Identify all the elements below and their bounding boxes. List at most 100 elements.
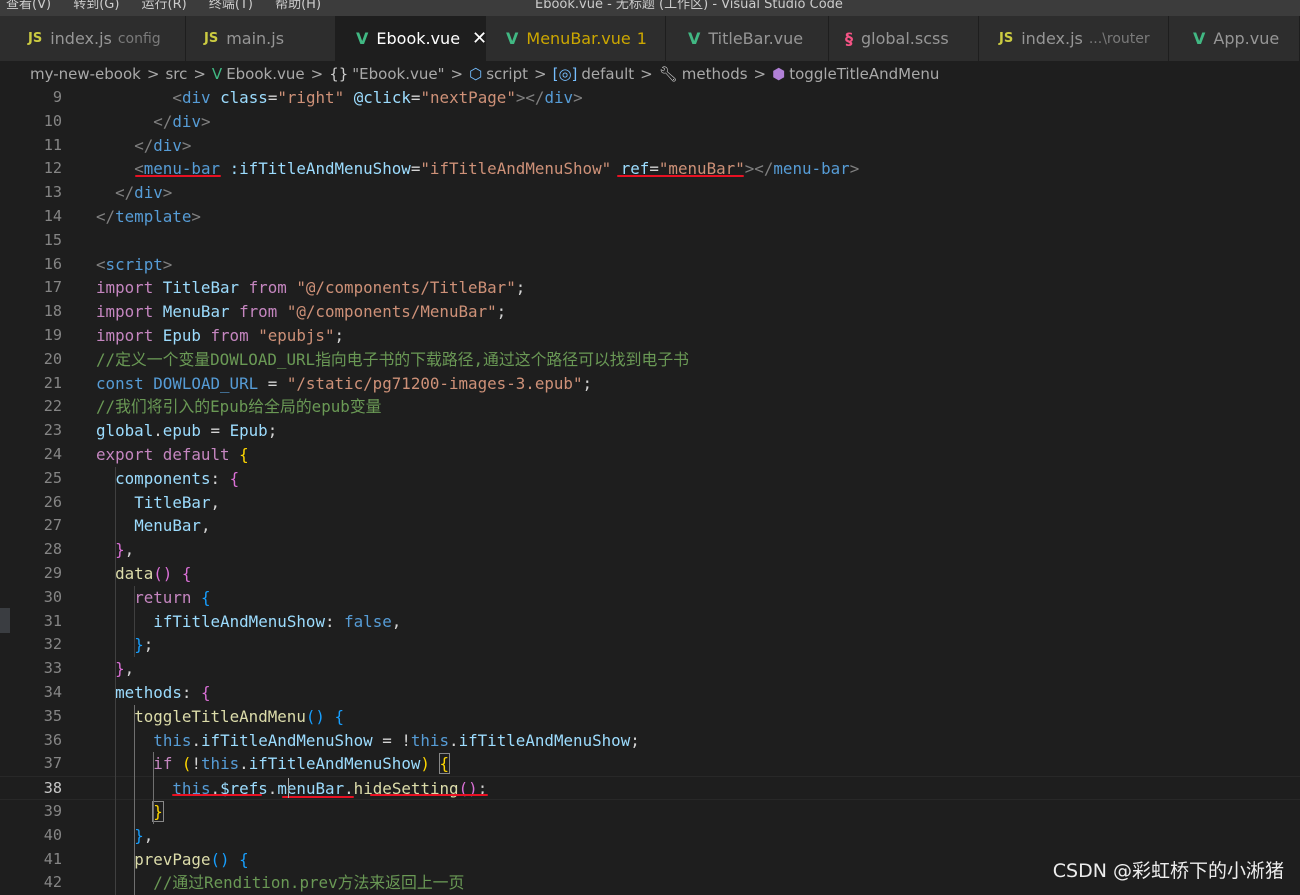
line-number: 35 [43, 706, 62, 725]
code-line[interactable]: 24 export default { [0, 443, 1300, 467]
code-line[interactable]: 28}, [0, 538, 1300, 562]
code-line[interactable]: 21 const DOWLOAD_URL = "/static/pg71200-i… [0, 372, 1300, 396]
code-line[interactable]: 36 this.ifTitleAndMenuShow = !this.ifTitl… [0, 729, 1300, 753]
code-text: <script> [96, 254, 173, 274]
code-text: TitleBar, [134, 492, 221, 512]
vue-file-icon: V [1193, 29, 1206, 48]
menu-help[interactable]: 帮助(H) [275, 0, 321, 12]
code-text: //我们将引入的Epub给全局的epub变量 [96, 397, 382, 417]
code-line[interactable]: 12 <menu-bar :ifTitleAndMenuShow="ifTitle… [0, 157, 1300, 181]
code-line[interactable]: 31 ifTitleAndMenuShow: false, [0, 610, 1300, 634]
line-number: 25 [43, 468, 62, 487]
line-number: 17 [43, 278, 62, 297]
code-line[interactable]: 20 //定义一个变量DOWLOAD_URL指向电子书的下载路径,通过这个路径可以… [0, 348, 1300, 372]
line-number: 27 [43, 516, 62, 535]
code-line[interactable]: 13 </div> [0, 181, 1300, 205]
vue-file-icon: V [211, 65, 223, 83]
breadcrumb-method[interactable]: toggleTitleAndMenu [789, 65, 939, 83]
code-text: import TitleBar from "@/components/Title… [96, 278, 526, 298]
code-text: //定义一个变量DOWLOAD_URL指向电子书的下载路径,通过这个路径可以找到… [96, 349, 690, 369]
line-number: 22 [43, 397, 62, 416]
code-text: }, [134, 825, 154, 845]
breadcrumb-default[interactable]: default [581, 65, 634, 83]
tab-menubar-vue[interactable]: V MenuBar.vue 1 [486, 16, 666, 61]
code-text: } [152, 801, 164, 822]
code-line[interactable]: 23 global.epub = Epub; [0, 419, 1300, 443]
symbol-structure-icon: ⬡ [469, 65, 483, 83]
code-line[interactable]: 38 this.$refs.menuBar.hideSetting(); [0, 776, 1300, 800]
code-line[interactable]: 17 import TitleBar from "@/components/Tit… [0, 276, 1300, 300]
line-number: 18 [43, 302, 62, 321]
code-line[interactable]: 14 </template> [0, 205, 1300, 229]
code-line[interactable]: 15 [0, 229, 1300, 253]
code-line[interactable]: 40}, [0, 824, 1300, 848]
tab-ebook-vue[interactable]: V Ebook.vue ✕ [336, 16, 486, 61]
code-line[interactable]: 19 import Epub from "epubjs"; [0, 324, 1300, 348]
code-line[interactable]: 35 toggleTitleAndMenu() { [0, 705, 1300, 729]
code-line[interactable]: 10 </div> [0, 110, 1300, 134]
tab-titlebar-vue[interactable]: V TitleBar.vue [666, 16, 829, 61]
breadcrumb-project[interactable]: my-new-ebook [30, 65, 141, 83]
code-text: }; [134, 635, 154, 655]
code-text: return { [134, 587, 211, 607]
code-text: <menu-bar :ifTitleAndMenuShow="ifTitleAn… [134, 159, 860, 179]
tab-label: MenuBar.vue [526, 29, 631, 48]
breadcrumb-script[interactable]: script [486, 65, 528, 83]
code-line[interactable]: 32}; [0, 633, 1300, 657]
menu-view[interactable]: 查看(V) [6, 0, 51, 12]
line-number: 38 [43, 779, 62, 798]
tab-global-scss[interactable]: § global.scss [829, 16, 979, 61]
breadcrumb-src[interactable]: src [165, 65, 187, 83]
line-number: 33 [43, 659, 62, 678]
line-number: 19 [43, 326, 62, 344]
code-line[interactable]: 22 //我们将引入的Epub给全局的epub变量 [0, 395, 1300, 419]
code-text: import MenuBar from "@/components/MenuBa… [96, 302, 507, 322]
braces-icon: {} [329, 65, 349, 83]
indent-guide [134, 704, 135, 895]
tab-label: Ebook.vue [376, 29, 461, 48]
code-line[interactable]: 37 if (!this.ifTitleAndMenuShow) { [0, 752, 1300, 776]
tab-app-vue[interactable]: V App.vue [1169, 16, 1300, 61]
code-line[interactable]: 9 <div class="right" @click="nextPage"></… [0, 86, 1300, 110]
tab-description: config [117, 30, 161, 47]
tab-index-js-config[interactable]: JS index.js config [0, 16, 186, 61]
editor-tabs: JS index.js config JS main.js V Ebook.vu… [0, 16, 1300, 61]
tab-index-js-router[interactable]: JS index.js ...\router [979, 16, 1169, 61]
wrench-icon: 🔧︎ [658, 65, 678, 83]
tab-main-js[interactable]: JS main.js [186, 16, 336, 61]
close-icon[interactable]: ✕ [472, 28, 485, 49]
code-line[interactable]: 29 data() { [0, 562, 1300, 586]
tab-label: global.scss [861, 29, 949, 48]
indent-guide [115, 466, 116, 895]
code-line[interactable]: 27 MenuBar, [0, 514, 1300, 538]
line-number: 10 [43, 111, 62, 130]
line-number: 26 [43, 492, 62, 511]
breadcrumb: my-new-ebook > src > V Ebook.vue > {} "E… [0, 61, 1300, 87]
code-line[interactable]: 11 </div> [0, 134, 1300, 158]
line-number: 13 [43, 183, 62, 202]
menu-run[interactable]: 运行(R) [142, 0, 187, 12]
symbol-variable-icon: [◎] [552, 65, 578, 83]
breadcrumb-file[interactable]: Ebook.vue [226, 65, 304, 83]
breadcrumb-methods[interactable]: methods [682, 65, 748, 83]
code-line[interactable]: 18 import MenuBar from "@/components/Menu… [0, 300, 1300, 324]
code-line[interactable]: 16 <script> [0, 253, 1300, 277]
code-line[interactable]: 30 return { [0, 586, 1300, 610]
line-number: 12 [43, 159, 62, 178]
code-line[interactable]: 39} [0, 800, 1300, 824]
code-text: global.epub = Epub; [96, 421, 278, 441]
vue-file-icon: V [506, 29, 519, 48]
code-line[interactable]: 33}, [0, 657, 1300, 681]
code-line[interactable]: 25 components: { [0, 467, 1300, 491]
chevron-right-icon: > [310, 65, 324, 83]
menu-goto[interactable]: 转到(G) [73, 0, 119, 12]
code-line[interactable]: 26 TitleBar, [0, 491, 1300, 515]
chevron-right-icon: > [753, 65, 767, 83]
red-underline-annotation [172, 794, 262, 797]
breadcrumb-module[interactable]: "Ebook.vue" [352, 65, 444, 83]
code-line[interactable]: 34 methods: { [0, 681, 1300, 705]
menu-terminal[interactable]: 终端(T) [209, 0, 253, 12]
chevron-right-icon: > [146, 65, 160, 83]
line-number: 36 [43, 730, 62, 749]
code-editor[interactable]: 9 <div class="right" @click="nextPage"></… [0, 86, 1300, 895]
